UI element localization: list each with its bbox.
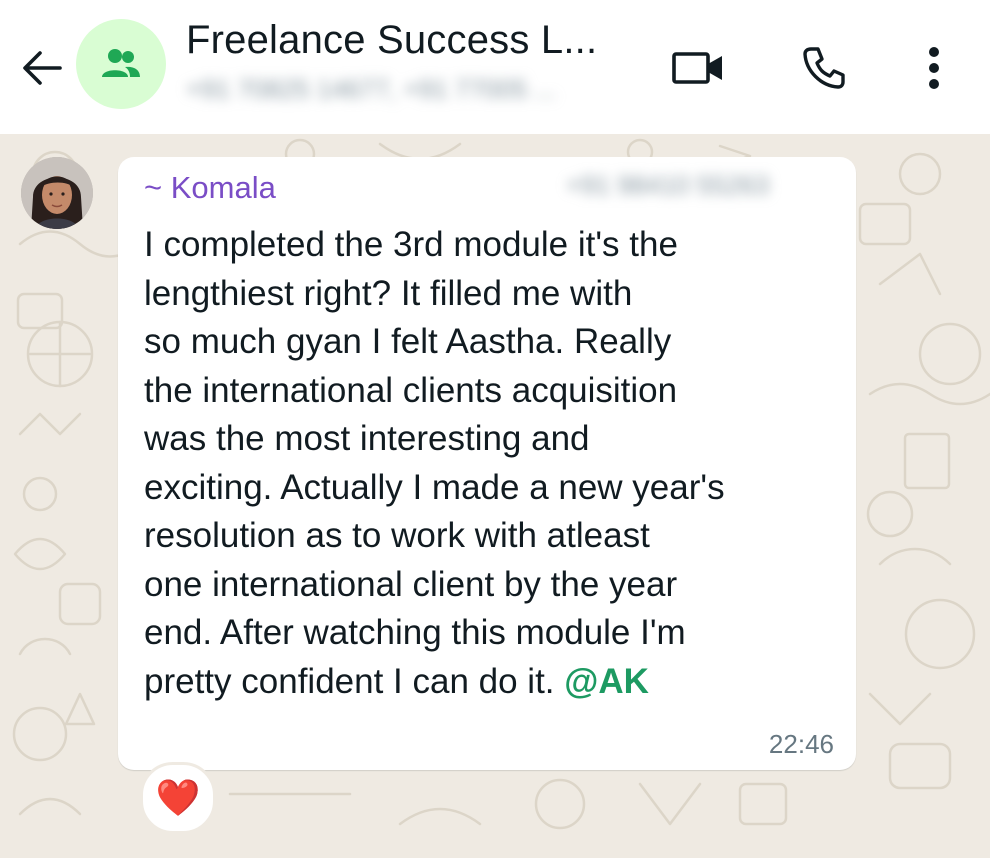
chat-participants[interactable]: +91 70825 14677, +91 77005 ...: [186, 74, 626, 104]
sender-phone: +91 98410 55263: [566, 170, 770, 200]
heart-icon: ❤️: [155, 777, 201, 818]
message-line-last: pretty confident I can do it. @AK: [144, 658, 844, 707]
voice-call-button[interactable]: [794, 38, 854, 98]
back-button[interactable]: [14, 40, 70, 96]
message-line: the international clients acquisition: [144, 370, 678, 410]
message-line: one international client by the year: [144, 564, 678, 604]
message-line: resolution as to work with atleast: [144, 516, 650, 555]
message-line: lengthiest right? It filled me with: [144, 273, 633, 313]
message-text: I completed the 3rd module it's the leng…: [144, 221, 844, 706]
message-line-text: pretty confident I can do it.: [144, 661, 565, 701]
more-vert-icon: [929, 47, 939, 89]
mention-link[interactable]: @AK: [564, 662, 649, 701]
chat-header: Freelance Success L... +91 70825 14677, …: [0, 0, 990, 134]
message-line: was the most interesting and: [144, 419, 590, 458]
sender-name[interactable]: ~ Komala: [144, 170, 276, 206]
menu-button[interactable]: [904, 38, 964, 98]
message-line: end. After watching this module I'm: [144, 613, 686, 652]
message-line: exciting. Actually I made a new year's: [144, 467, 725, 507]
arrow-left-icon: [23, 51, 62, 85]
profile-photo: [21, 157, 93, 229]
video-camera-icon: [672, 52, 722, 84]
message-line: so much gyan I felt Aastha. Really: [144, 322, 672, 361]
message-timestamp: 22:46: [768, 729, 834, 759]
sender-avatar[interactable]: [21, 157, 93, 229]
phone-icon: [803, 47, 845, 89]
heart-reaction[interactable]: ❤️: [140, 762, 216, 834]
chat-title[interactable]: Freelance Success L...: [186, 18, 597, 63]
video-call-button[interactable]: [668, 38, 728, 98]
message-line: I completed the 3rd module it's the: [144, 225, 678, 264]
group-icon: [102, 49, 140, 77]
group-avatar[interactable]: [76, 19, 166, 109]
